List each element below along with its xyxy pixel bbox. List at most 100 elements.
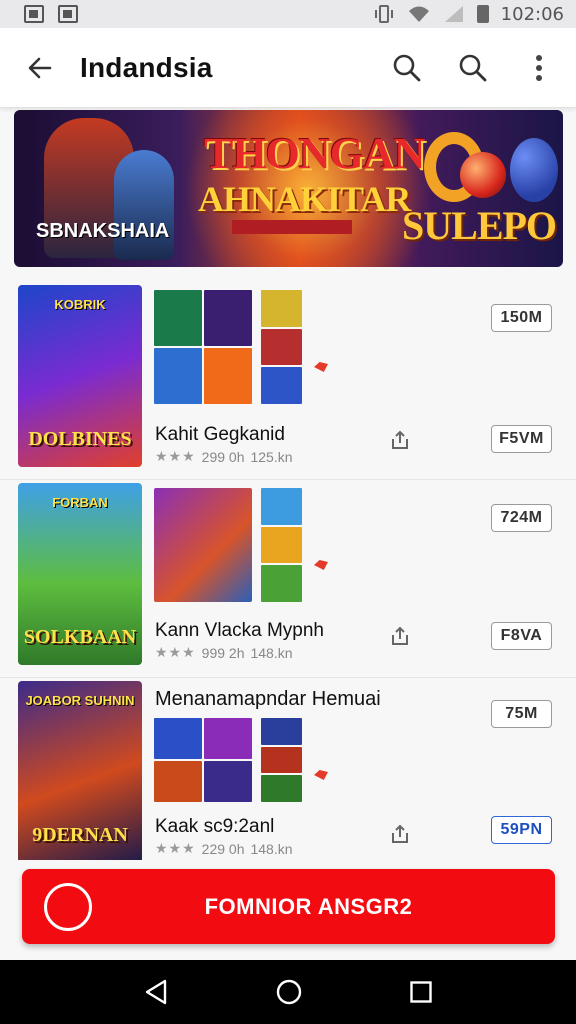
screenshot-grid[interactable] (154, 716, 304, 802)
more-vert-icon (536, 54, 542, 81)
search-button-2[interactable] (458, 53, 488, 83)
app-name: Kann Vlacka Mypnh (155, 620, 324, 641)
screenshot-large (154, 290, 252, 404)
cover-top-text: KOBRIK (54, 297, 106, 312)
screenshot-thumb (261, 290, 302, 327)
install-button[interactable]: F8VA (491, 622, 552, 650)
signal-icon (444, 6, 463, 22)
system-nav-bar (0, 960, 576, 1024)
screenshot-large (154, 718, 252, 802)
size-button[interactable]: 724M (491, 504, 552, 532)
circle-icon (44, 883, 92, 931)
list-item[interactable]: JOABOR SUHNIN 9DERNAN Menanamapndar Hemu… (0, 678, 576, 876)
screenshot-thumb (204, 761, 252, 802)
banner-hero-artwork-2 (114, 150, 174, 260)
primary-action-label: FOMNIOR ANSGR2 (204, 893, 413, 919)
search-button[interactable] (392, 53, 422, 83)
screenshot-grid[interactable] (154, 486, 304, 604)
install-button[interactable]: 59PN (491, 816, 552, 844)
screenshot-thumb (261, 367, 302, 404)
screenshot-thumb (154, 761, 202, 802)
system-status: 102:06 (373, 4, 564, 25)
app-meta: ★★★ 999 2h 148.kn (155, 644, 293, 661)
size-button[interactable]: 75M (491, 700, 552, 728)
rating-stars-icon: ★★★ (155, 840, 196, 856)
banner-orb-artwork (460, 152, 506, 198)
share-icon[interactable] (390, 824, 410, 844)
search-icon (393, 54, 421, 81)
install-button[interactable]: F5VM (491, 425, 552, 453)
rating-text: 299 0h (201, 448, 245, 465)
overflow-menu-button[interactable] (524, 53, 554, 83)
app-bar-actions (392, 53, 576, 83)
screenshot-thumb (204, 718, 252, 759)
cover-title: DOLBINES (28, 428, 132, 450)
vibrate-icon (374, 5, 393, 23)
screenshot-thumb (154, 348, 202, 404)
app-meta: ★★★ 229 0h 148.kn (155, 840, 293, 857)
app-cover[interactable]: JOABOR SUHNIN 9DERNAN (18, 681, 142, 863)
tag-icon (314, 362, 328, 372)
screenshot-thumb (261, 775, 302, 802)
tag-icon (314, 560, 328, 570)
cover-top-text: FORBAN (52, 495, 108, 510)
size-button[interactable]: 150M (491, 304, 552, 332)
banner-right-title: SULEPO (402, 203, 557, 248)
rating-stars-icon: ★★★ (155, 644, 196, 660)
clock: 102:06 (500, 3, 564, 25)
screenshot-thumb (204, 290, 252, 346)
screenshot-thumb (261, 526, 302, 564)
banner-grapes-artwork (510, 138, 558, 202)
screenshot-thumb (154, 718, 202, 759)
image-notification-icon (58, 5, 78, 23)
banner-ribbon (232, 220, 352, 234)
screenshot-thumb (261, 565, 302, 602)
nav-recents-icon[interactable] (409, 980, 433, 1004)
screenshot-grid[interactable] (154, 288, 304, 406)
app-name: Kaak sc9:2anl (155, 816, 275, 837)
app-size: 148.kn (250, 644, 293, 661)
share-icon[interactable] (390, 626, 410, 646)
tag-icon (314, 770, 328, 780)
screenshot-small-column (261, 718, 302, 802)
app-size: 125.kn (250, 448, 293, 465)
cover-title: 9DERNAN (32, 824, 128, 846)
screenshot-thumb (261, 488, 302, 525)
featured-banner[interactable]: SBNAKSHAIA THONGAN AHNAKITAR SULEPO (14, 110, 563, 267)
app-list: KOBRIK DOLBINES Kahit Gegkanid ★★★ 299 0… (0, 282, 576, 876)
page-title: Indandsia (80, 51, 213, 83)
app-name: Kahit Gegkanid (155, 424, 285, 445)
app-bar: Indandsia (0, 28, 576, 108)
banner-title-line2: AHNAKITAR (198, 179, 411, 219)
battery-icon (476, 5, 489, 23)
screenshot-large (154, 488, 252, 602)
notification-icons (24, 5, 78, 23)
list-item[interactable]: FORBAN SOLKBAAN Kann Vlacka Mypnh ★★★ 99… (0, 480, 576, 678)
arrow-left-icon (28, 57, 52, 78)
nav-back-icon[interactable] (143, 978, 169, 1006)
banner-title-line1: THONGAN (204, 129, 425, 178)
back-button[interactable] (0, 54, 80, 82)
screenshot-thumb (204, 348, 252, 404)
search-icon (459, 54, 487, 81)
share-icon[interactable] (390, 430, 410, 450)
status-bar: 102:06 (0, 0, 576, 28)
screenshot-thumb (261, 328, 302, 366)
screenshot-thumb (261, 718, 302, 745)
list-item[interactable]: KOBRIK DOLBINES Kahit Gegkanid ★★★ 299 0… (0, 282, 576, 480)
rating-text: 229 0h (201, 840, 245, 857)
screenshot-thumb (154, 290, 202, 346)
banner-left-text: SBNAKSHAIA (36, 220, 170, 242)
primary-action-button[interactable]: FOMNIOR ANSGR2 (22, 869, 555, 944)
wifi-icon (408, 6, 429, 22)
cover-title: SOLKBAAN (23, 626, 137, 648)
nav-home-icon[interactable] (275, 978, 303, 1006)
app-cover[interactable]: KOBRIK DOLBINES (18, 285, 142, 467)
screenshot-small-column (261, 290, 302, 404)
app-meta: ★★★ 299 0h 125.kn (155, 448, 293, 465)
screenshot-thumb (261, 746, 302, 774)
cover-top-text: JOABOR SUHNIN (25, 693, 135, 708)
app-cover[interactable]: FORBAN SOLKBAAN (18, 483, 142, 665)
app-size: 148.kn (250, 840, 293, 857)
screenshot-small-column (261, 488, 302, 602)
